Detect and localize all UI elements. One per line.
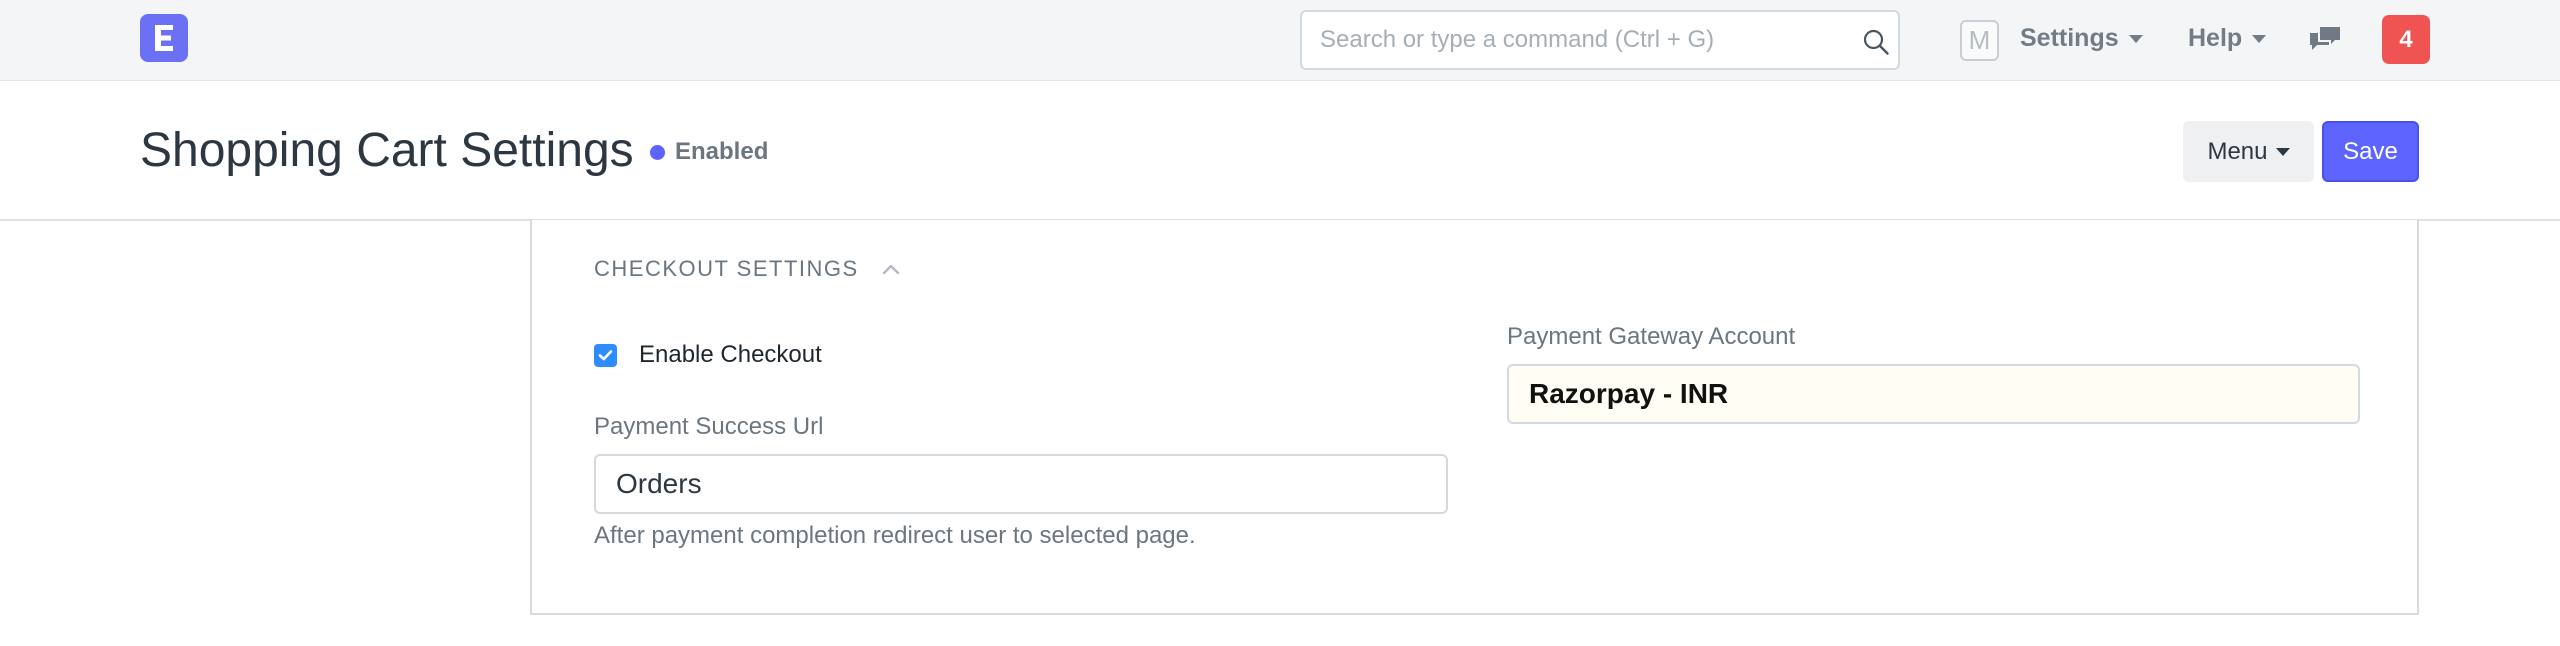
menu-button[interactable]: Menu bbox=[2183, 121, 2314, 182]
payment-gateway-account-label: Payment Gateway Account bbox=[1507, 323, 1796, 350]
notification-count: 4 bbox=[2399, 25, 2413, 53]
search-icon[interactable] bbox=[1862, 28, 1890, 56]
page-head: Shopping Cart Settings Enabled Menu Save bbox=[0, 81, 2560, 221]
payment-gateway-account-value: Razorpay - INR bbox=[1529, 378, 1729, 409]
search-bar[interactable] bbox=[1300, 10, 1900, 70]
chevron-up-icon[interactable] bbox=[881, 262, 901, 276]
notification-badge[interactable]: 4 bbox=[2382, 15, 2430, 64]
section-title: CHECKOUT SETTINGS bbox=[594, 256, 859, 281]
save-button[interactable]: Save bbox=[2322, 121, 2419, 182]
logo-icon bbox=[155, 25, 173, 51]
settings-dropdown[interactable]: Settings bbox=[2020, 24, 2143, 53]
check-icon bbox=[598, 350, 613, 361]
caret-down-icon bbox=[2252, 34, 2267, 43]
payment-success-url-value: Orders bbox=[616, 468, 702, 499]
caret-down-icon bbox=[2275, 147, 2290, 156]
status-dot bbox=[650, 144, 665, 160]
app-logo[interactable] bbox=[140, 14, 188, 62]
search-input[interactable] bbox=[1320, 12, 1840, 68]
page-title: Shopping Cart Settings bbox=[140, 124, 634, 177]
enable-checkout-checkbox[interactable] bbox=[594, 343, 617, 367]
status-indicator: Enabled bbox=[650, 138, 768, 166]
avatar-letter: M bbox=[1968, 25, 1991, 55]
payment-success-url-label: Payment Success Url bbox=[594, 413, 824, 440]
payment-gateway-account-input[interactable]: Razorpay - INR bbox=[1507, 364, 2360, 424]
enable-checkout-field[interactable]: Enable Checkout bbox=[594, 341, 822, 369]
checkout-settings-section: CHECKOUT SETTINGS Enable Checkout Paymen… bbox=[530, 220, 2419, 615]
section-header[interactable]: CHECKOUT SETTINGS bbox=[594, 256, 901, 282]
payment-success-url-help: After payment completion redirect user t… bbox=[594, 522, 1196, 549]
avatar[interactable]: M bbox=[1960, 20, 1999, 61]
settings-label: Settings bbox=[2020, 24, 2119, 52]
menu-label: Menu bbox=[2207, 137, 2268, 165]
caret-down-icon bbox=[2128, 34, 2143, 43]
status-label: Enabled bbox=[675, 138, 769, 165]
help-label: Help bbox=[2188, 24, 2243, 52]
help-dropdown[interactable]: Help bbox=[2188, 24, 2267, 53]
navbar: M Settings Help 4 bbox=[0, 0, 2560, 81]
payment-success-url-input[interactable]: Orders bbox=[594, 454, 1448, 514]
chat-icon[interactable] bbox=[2308, 25, 2342, 55]
enable-checkout-label: Enable Checkout bbox=[639, 341, 822, 368]
